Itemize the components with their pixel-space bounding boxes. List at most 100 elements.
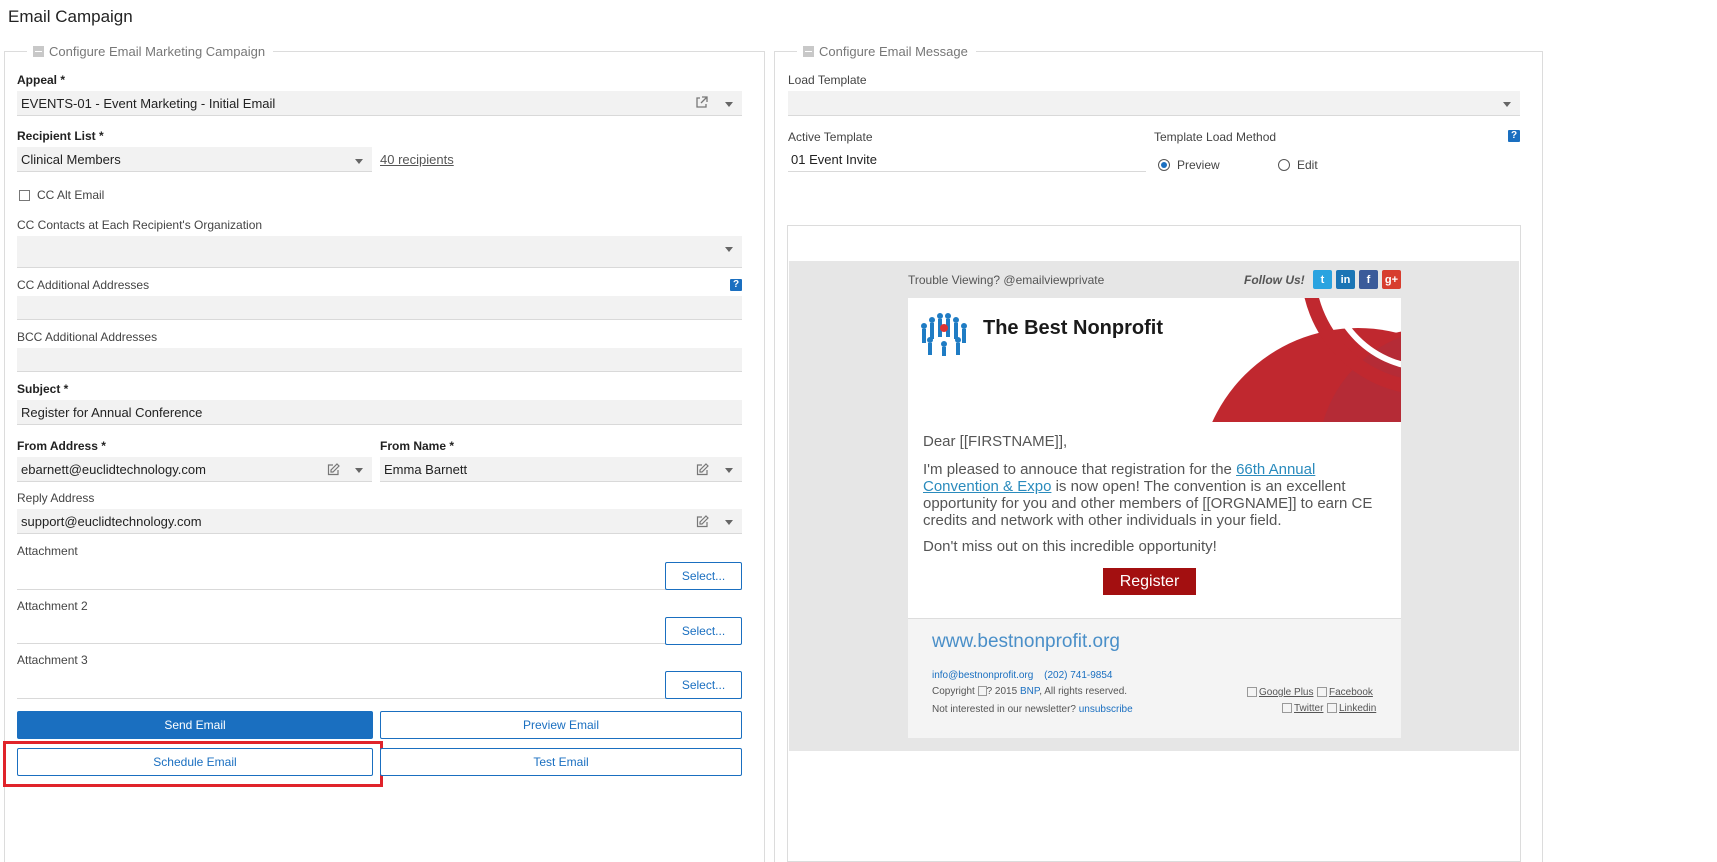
attachment-select-button[interactable]: Select... [665, 562, 742, 590]
recipient-list-value: Clinical Members [21, 151, 121, 167]
preview-radio-label: Preview [1177, 158, 1220, 172]
edit-radio[interactable] [1278, 159, 1290, 171]
active-template-input[interactable]: 01 Event Invite [788, 148, 1146, 172]
from-address-dropdown-icon[interactable] [355, 468, 363, 473]
from-name-value: Emma Barnett [384, 461, 468, 477]
trouble-viewing-text[interactable]: Trouble Viewing? @emailviewprivate [908, 273, 1104, 287]
subject-input[interactable]: Register for Annual Conference [17, 400, 742, 425]
org-name: The Best Nonprofit [983, 317, 1163, 339]
unsubscribe-text: Not interested in our newsletter? [932, 704, 1079, 715]
edit-radio-label: Edit [1297, 158, 1318, 172]
preview-email-button[interactable]: Preview Email [380, 711, 742, 739]
broken-image-icon [1282, 703, 1292, 713]
cc-additional-label: CC Additional Addresses [17, 278, 150, 292]
facebook-icon[interactable]: f [1359, 270, 1378, 289]
schedule-email-button[interactable]: Schedule Email [17, 748, 373, 776]
broken-image-icon [1317, 687, 1327, 697]
attachment-3-field [17, 698, 742, 699]
attachment-3-select-button[interactable]: Select... [665, 671, 742, 699]
website-link[interactable]: www.bestnonprofit.org [932, 631, 1120, 653]
copyright-line: Copyright ? 2015 BNP, All rights reserve… [932, 686, 1127, 697]
subject-label: Subject * [17, 382, 69, 396]
cc-alt-email-checkbox[interactable] [19, 190, 30, 201]
reply-address-edit-icon[interactable] [696, 515, 709, 533]
cc-additional-input[interactable] [17, 296, 742, 320]
footer-linkedin-link[interactable]: Linkedin [1339, 703, 1376, 714]
attachment-2-select-button[interactable]: Select... [665, 617, 742, 645]
attachment-3-label: Attachment 3 [17, 653, 88, 667]
attachment-2-label: Attachment 2 [17, 599, 88, 613]
message-legend-label: Configure Email Message [819, 43, 968, 59]
load-template-label: Load Template [788, 73, 867, 87]
campaign-legend-label: Configure Email Marketing Campaign [49, 43, 266, 59]
page-title: Email Campaign [8, 7, 133, 26]
recipient-list-dropdown-icon[interactable] [355, 159, 363, 164]
contact-phone: (202) 741-9854 [1044, 670, 1113, 681]
recipient-list-label: Recipient List * [17, 129, 104, 143]
unsubscribe-line: Not interested in our newsletter? unsubs… [932, 704, 1133, 715]
appeal-select[interactable]: EVENTS-01 - Event Marketing - Initial Em… [17, 91, 742, 116]
para1-text-before: I'm pleased to annouce that registration… [923, 461, 1237, 478]
register-button[interactable]: Register [1103, 568, 1196, 595]
appeal-label: Appeal * [17, 73, 66, 87]
copyright-org-link[interactable]: BNP [1020, 686, 1039, 697]
attachment-label: Attachment [17, 544, 78, 558]
cc-contacts-select[interactable] [17, 236, 742, 268]
email-paragraph-1: I'm pleased to annouce that registration… [923, 461, 1378, 529]
google-plus-icon[interactable]: g+ [1382, 270, 1401, 289]
from-name-select[interactable]: Emma Barnett [380, 457, 742, 482]
reply-address-select[interactable]: support@euclidtechnology.com [17, 509, 742, 534]
cc-alt-email-label: CC Alt Email [37, 188, 105, 202]
from-name-label: From Name * [380, 439, 455, 453]
cc-additional-help-icon[interactable]: ? [730, 279, 742, 291]
from-address-select[interactable]: ebarnett@euclidtechnology.com [17, 457, 372, 482]
bcc-additional-label: BCC Additional Addresses [17, 330, 158, 344]
collapse-icon[interactable] [33, 45, 44, 57]
reply-address-label: Reply Address [17, 491, 95, 505]
test-email-button[interactable]: Test Email [380, 748, 742, 776]
email-paragraph-2: Don't miss out on this incredible opport… [923, 538, 1217, 555]
from-address-value: ebarnett@euclidtechnology.com [21, 461, 206, 477]
send-email-button[interactable]: Send Email [17, 711, 373, 739]
attachment-field [17, 589, 742, 590]
load-template-select[interactable] [788, 91, 1520, 116]
copyright-text-before: Copyright [932, 686, 978, 697]
preview-radio[interactable] [1158, 159, 1170, 171]
message-legend[interactable]: Configure Email Message [797, 43, 976, 59]
load-method-label: Template Load Method [1154, 130, 1277, 144]
broken-image-icon [1247, 687, 1257, 697]
reply-address-dropdown-icon[interactable] [725, 520, 733, 525]
cc-contacts-dropdown-icon[interactable] [725, 247, 733, 252]
from-address-label: From Address * [17, 439, 106, 453]
unsubscribe-link[interactable]: unsubscribe [1079, 704, 1133, 715]
email-greeting: Dear [[FIRSTNAME]], [923, 433, 1068, 450]
follow-us-text: Follow Us! [1244, 273, 1305, 287]
load-template-dropdown-icon[interactable] [1503, 102, 1511, 107]
copyright-year: ? 2015 [986, 686, 1020, 697]
reply-address-value: support@euclidtechnology.com [21, 513, 202, 529]
collapse-icon[interactable] [803, 45, 814, 57]
twitter-icon[interactable]: t [1313, 270, 1332, 289]
external-link-icon[interactable] [695, 96, 708, 112]
broken-image-icon [1327, 703, 1337, 713]
bcc-additional-input[interactable] [17, 348, 742, 372]
recipient-list-select[interactable]: Clinical Members [17, 147, 372, 172]
footer-google-plus-link[interactable]: Google Plus [1259, 687, 1313, 698]
from-address-edit-icon[interactable] [327, 463, 340, 481]
attachment-2-field [17, 643, 742, 644]
campaign-legend[interactable]: Configure Email Marketing Campaign [27, 43, 274, 59]
contact-email-link[interactable]: info@bestnonprofit.org [932, 670, 1033, 681]
linkedin-icon[interactable]: in [1336, 270, 1355, 289]
recipients-count-link[interactable]: 40 recipients [380, 152, 454, 167]
appeal-value: EVENTS-01 - Event Marketing - Initial Em… [21, 95, 276, 111]
contact-line: info@bestnonprofit.org (202) 741-9854 [932, 670, 1113, 681]
subject-value: Register for Annual Conference [21, 404, 203, 420]
from-name-edit-icon[interactable] [696, 463, 709, 481]
from-name-dropdown-icon[interactable] [725, 468, 733, 473]
footer-twitter-link[interactable]: Twitter [1294, 703, 1323, 714]
active-template-value: 01 Event Invite [791, 152, 877, 167]
appeal-dropdown-icon[interactable] [725, 102, 733, 107]
load-method-help-icon[interactable]: ? [1508, 130, 1520, 142]
active-template-label: Active Template [788, 130, 873, 144]
footer-facebook-link[interactable]: Facebook [1329, 687, 1373, 698]
